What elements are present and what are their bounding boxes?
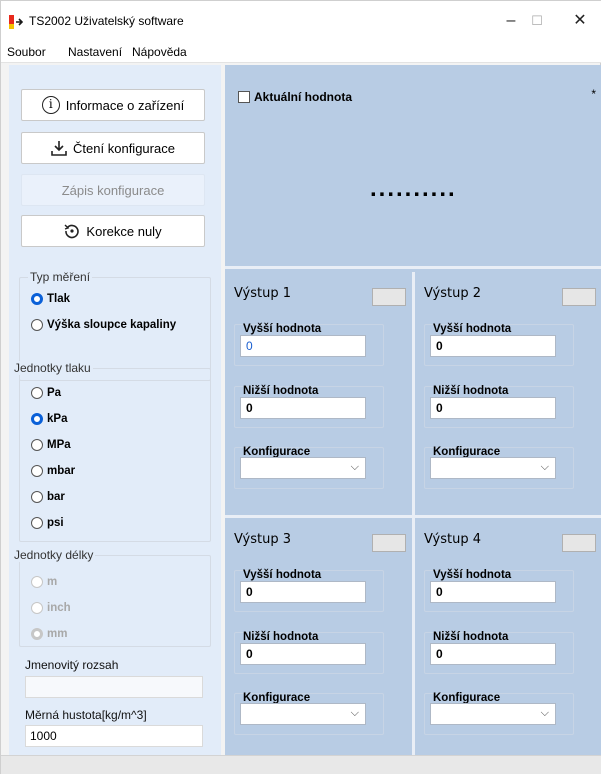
zero-correction-label: Korekce nuly [86,223,162,239]
download-icon [51,141,67,156]
window-title: TS2002 Uživatelský software [29,14,184,28]
lower-value-input[interactable]: 0 [430,397,556,419]
status-bar [1,755,601,774]
output-title: Výstup 4 [424,532,482,547]
config-select[interactable]: ⌵ [240,457,366,479]
radio-pressure[interactable]: Tlak [31,293,70,305]
radio-mbar[interactable]: mbar [31,465,75,477]
title-bar: TS2002 Uživatelský software – ☐ ✕ [1,1,601,41]
output-indicator [372,534,406,552]
upper-value-input[interactable]: 0 [430,335,556,357]
write-config-label: Zápis konfigurace [61,182,165,198]
lower-value-input[interactable]: 0 [240,397,366,419]
output-1-panel: Výstup 1 Vyšší hodnota 0 Nižší hodnota 0… [225,272,412,515]
length-units-label: Jednotky délky [12,548,96,562]
chevron-down-icon: ⌵ [350,461,359,473]
pressure-units-label: Jednotky tlaku [12,361,93,375]
nominal-range-label: Jmenovitý rozsah [25,658,119,672]
zero-correction-button[interactable]: Korekce nuly [21,215,205,247]
output-2-panel: Výstup 2 Vyšší hodnota 0 Nižší hodnota 0… [415,272,601,515]
current-value-label: Aktuální hodnota [254,90,352,104]
read-config-button[interactable]: Čtení konfigurace [21,132,205,164]
upper-value-input[interactable]: 0 [240,581,366,603]
menu-help[interactable]: Nápověda [132,45,187,59]
menu-bar: Soubor Nastavení Nápověda [1,41,601,63]
checkbox-box [238,91,250,103]
config-select[interactable]: ⌵ [430,457,556,479]
density-label: Měrná hustota[kg/m^3] [25,708,147,722]
info-icon: i [41,96,60,114]
right-panel: Aktuální hodnota * .......... Výstup 1 V… [225,65,601,761]
radio-pa[interactable]: Pa [31,387,61,399]
output-indicator [562,288,596,306]
current-value-panel: Aktuální hodnota * .......... [225,65,601,269]
close-button[interactable]: ✕ [565,9,595,33]
measurement-type-label: Typ měření [28,270,93,284]
output-title: Výstup 3 [234,532,292,547]
current-value-checkbox[interactable]: Aktuální hodnota [238,90,352,104]
reset-icon [64,224,80,239]
current-value-display: .......... [370,175,457,202]
read-config-label: Čtení konfigurace [73,140,175,156]
lower-value-input[interactable]: 0 [430,643,556,665]
radio-mm[interactable]: mm [31,628,67,640]
device-info-button[interactable]: i Informace o zařízení [21,89,205,121]
radio-inch[interactable]: inch [31,602,71,614]
output-title: Výstup 1 [234,286,292,301]
radio-psi[interactable]: psi [31,517,64,529]
chevron-down-icon: ⌵ [540,707,549,719]
radio-m[interactable]: m [31,576,57,588]
left-panel: i Informace o zařízení Čtení konfigurace… [9,65,221,755]
radio-mpa[interactable]: MPa [31,439,71,451]
radio-kpa[interactable]: kPa [31,413,67,425]
output-3-panel: Výstup 3 Vyšší hodnota 0 Nižší hodnota 0… [225,518,412,761]
radio-bar[interactable]: bar [31,491,65,503]
output-title: Výstup 2 [424,286,482,301]
nominal-range-field[interactable] [25,676,203,698]
output-4-panel: Výstup 4 Vyšší hodnota 0 Nižší hodnota 0… [415,518,601,761]
device-info-label: Informace o zařízení [65,97,185,113]
radio-liquid-column[interactable]: Výška sloupce kapaliny [31,319,176,331]
write-config-button[interactable]: Zápis konfigurace [21,174,205,206]
upper-value-input[interactable]: 0 [430,581,556,603]
app-window: TS2002 Uživatelský software – ☐ ✕ Soubor… [0,0,601,774]
modified-marker: * [591,87,596,101]
output-indicator [372,288,406,306]
menu-file[interactable]: Soubor [7,45,46,59]
config-select[interactable]: ⌵ [430,703,556,725]
density-field[interactable]: 1000 [25,725,203,747]
config-select[interactable]: ⌵ [240,703,366,725]
lower-value-input[interactable]: 0 [240,643,366,665]
maximize-button[interactable]: ☐ [522,9,552,33]
upper-value-input[interactable]: 0 [240,335,366,357]
chevron-down-icon: ⌵ [540,461,549,473]
chevron-down-icon: ⌵ [350,707,359,719]
output-indicator [562,534,596,552]
app-icon [9,15,23,29]
menu-settings[interactable]: Nastavení [68,45,122,59]
